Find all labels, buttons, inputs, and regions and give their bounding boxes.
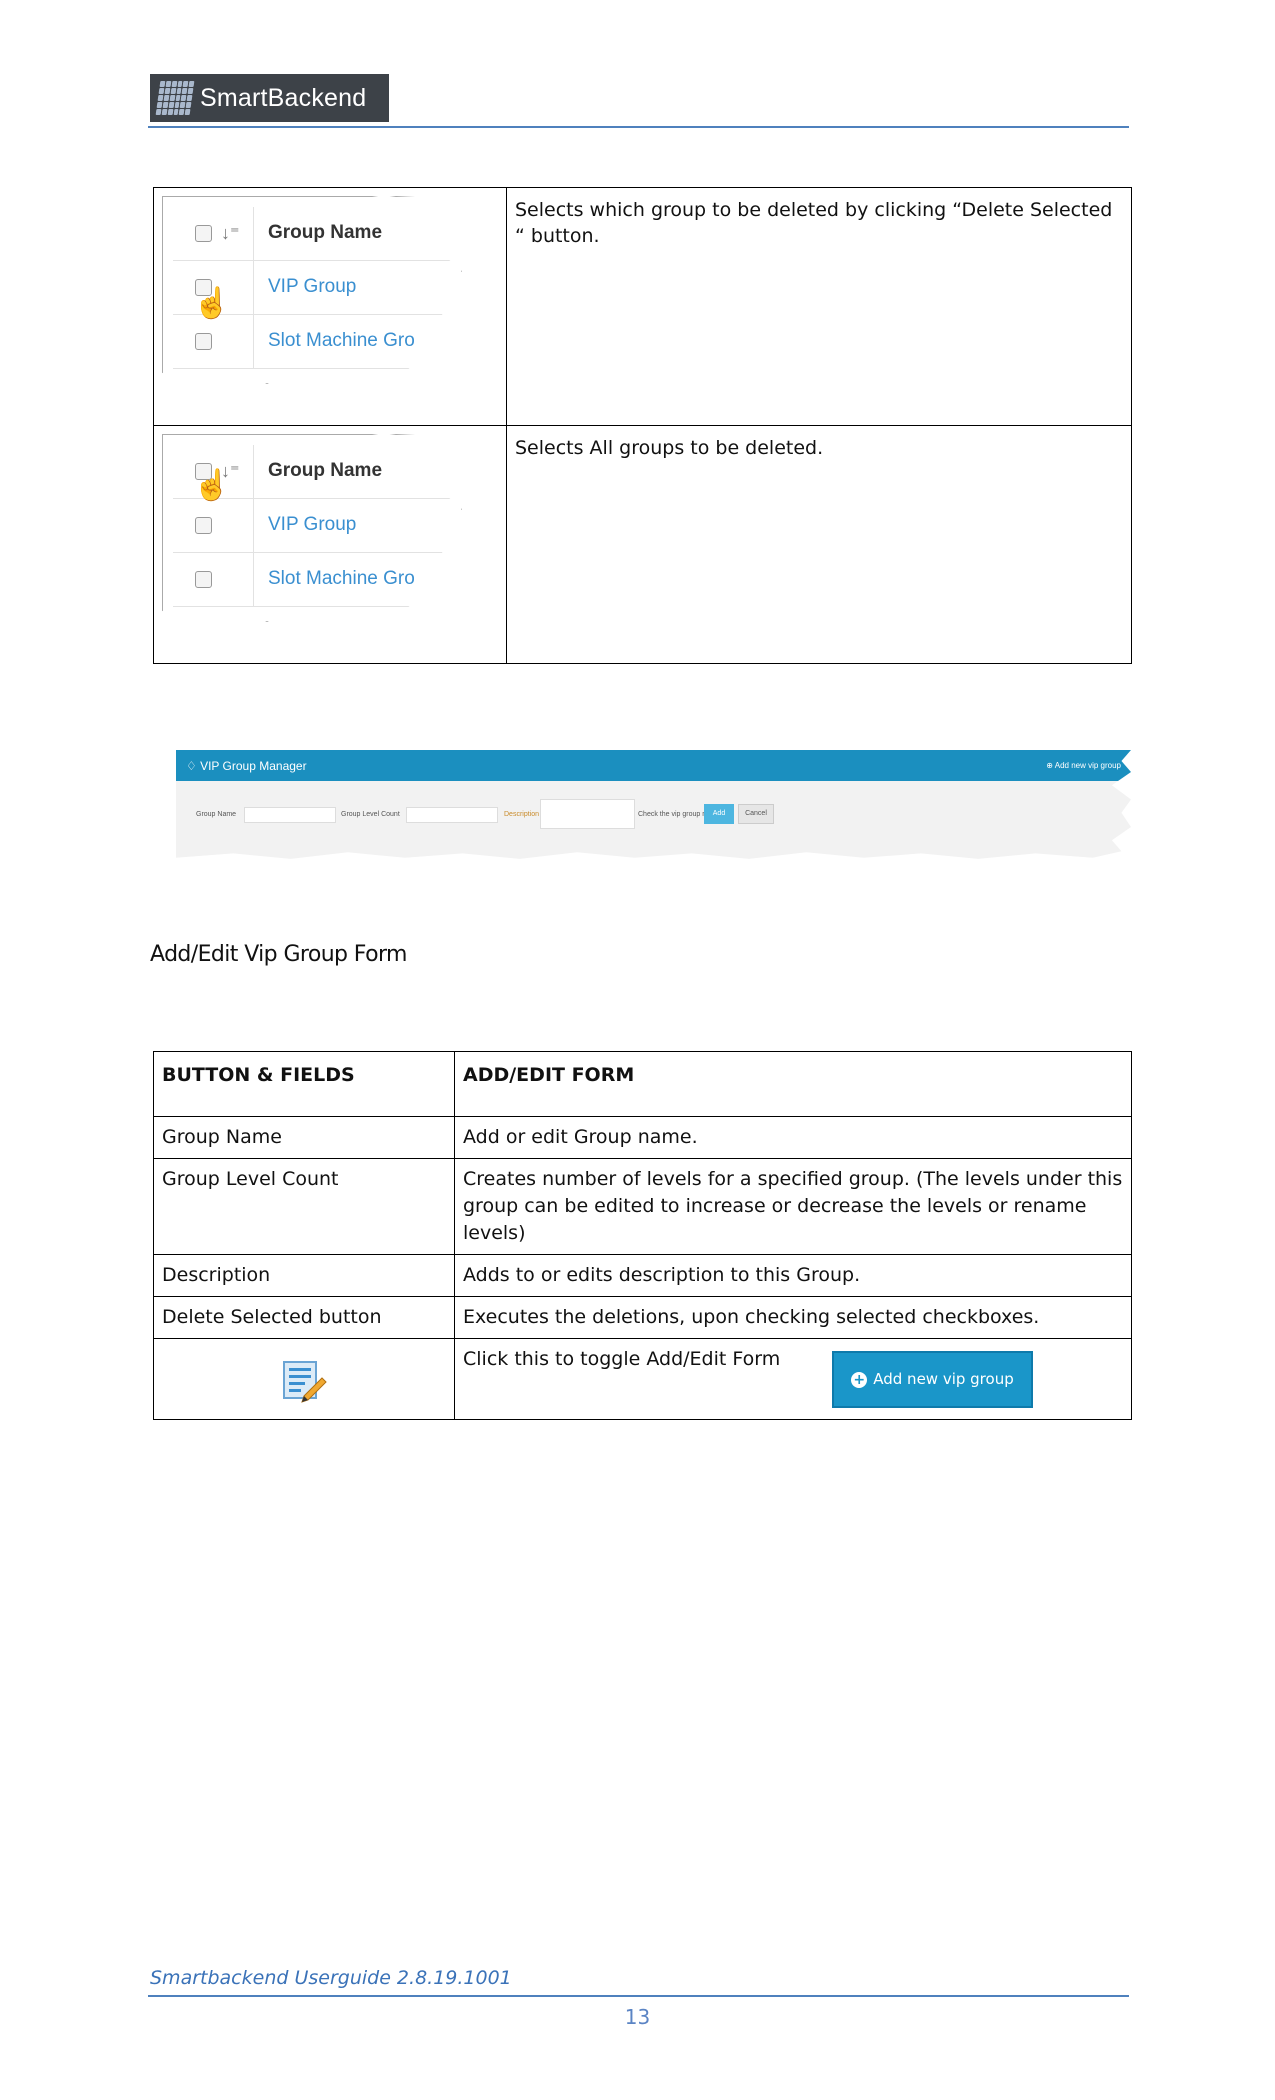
description-cell: Selects All groups to be deleted. xyxy=(506,425,1132,664)
section-title: Add/Edit Vip Group Form xyxy=(150,942,407,967)
field-label: Group Level Count xyxy=(341,811,400,818)
add-new-vip-group-button[interactable]: + Add new vip group xyxy=(832,1351,1033,1408)
table-row: Description Adds to or edits description… xyxy=(153,1254,1132,1297)
vip-manager-title: ♢ VIP Group Manager xyxy=(186,758,307,773)
group-link[interactable]: VIP Group xyxy=(268,276,356,298)
plus-circle-icon: + xyxy=(851,1371,868,1388)
field-name-cell: Group Level Count xyxy=(153,1158,455,1255)
field-name-cell: Group Name xyxy=(153,1116,455,1159)
delete-selection-table: ↓⁼ Group Name VIP Group Slot Machine Gro… xyxy=(153,187,1132,664)
description-textarea[interactable] xyxy=(540,799,635,829)
field-name-cell: Description xyxy=(153,1254,455,1297)
group-row: Slot Machine Gro xyxy=(173,315,461,369)
vip-group-manager-screenshot: ♢ VIP Group Manager ⊕ Add new vip group … xyxy=(176,750,1131,859)
toggle-description-cell: + Add new vip group Click this to toggle… xyxy=(454,1338,1132,1420)
column-header: BUTTON & FIELDS xyxy=(153,1051,455,1117)
group-row: VIP Group xyxy=(173,499,461,553)
group-name-column-header: Group Name xyxy=(268,460,383,481)
group-name-column-header: Group Name xyxy=(268,222,383,243)
cancel-button[interactable]: Cancel xyxy=(738,804,774,824)
logo-grid-icon xyxy=(155,81,195,115)
table-header-row: BUTTON & FIELDS ADD/EDIT FORM xyxy=(153,1051,1132,1117)
table-row: + Add new vip group Click this to toggle… xyxy=(153,1338,1132,1420)
pointer-hand-icon: ☝ xyxy=(193,287,231,320)
group-list-screenshot: ↓⁼ Group Name VIP Group Slot Machine Gro… xyxy=(162,434,462,622)
description-cell: Selects which group to be deleted by cli… xyxy=(506,187,1132,426)
add-button[interactable]: Add xyxy=(704,804,734,824)
select-all-checkbox[interactable] xyxy=(195,225,212,242)
group-level-count-input[interactable] xyxy=(406,807,498,823)
table-row: ↓⁼ Group Name VIP Group Slot Machine Gro… xyxy=(153,187,1132,426)
add-new-vip-group-link[interactable]: ⊕ Add new vip group xyxy=(1046,761,1121,770)
smartbackend-logo: SmartBackend xyxy=(150,74,389,122)
field-description-cell: Add or edit Group name. xyxy=(454,1116,1132,1159)
screenshot-cell: ↓⁼ Group Name VIP Group Slot Machine Gro… xyxy=(153,187,507,426)
form-fields-table: BUTTON & FIELDS ADD/EDIT FORM Group Name… xyxy=(153,1051,1132,1420)
table-row: Group Level Count Creates number of leve… xyxy=(153,1158,1132,1255)
toggle-description: Click this to toggle Add/Edit Form xyxy=(463,1348,781,1370)
icon-cell xyxy=(153,1338,455,1420)
column-header: ADD/EDIT FORM xyxy=(454,1051,1132,1117)
group-row: Slot Machine Gro xyxy=(173,553,461,607)
group-list-screenshot: ↓⁼ Group Name VIP Group Slot Machine Gro… xyxy=(162,196,462,384)
field-label: Group Name xyxy=(196,811,237,818)
field-description-cell: Adds to or edits description to this Gro… xyxy=(454,1254,1132,1297)
vip-manager-form: Group Name Group Level Count Description… xyxy=(176,781,1131,859)
field-description-cell: Creates number of levels for a specified… xyxy=(454,1158,1132,1255)
group-link[interactable]: VIP Group xyxy=(268,514,356,536)
row-checkbox[interactable] xyxy=(195,517,212,534)
table-row: Delete Selected button Executes the dele… xyxy=(153,1296,1132,1339)
sort-icon: ↓⁼ xyxy=(221,223,240,243)
row-checkbox[interactable] xyxy=(195,571,212,588)
field-label: Description xyxy=(504,811,540,818)
vip-manager-titlebar: ♢ VIP Group Manager ⊕ Add new vip group xyxy=(176,750,1131,781)
header-rule xyxy=(148,126,1129,128)
footer-rule xyxy=(148,1995,1129,1997)
logo-text: SmartBackend xyxy=(200,83,367,112)
add-new-vip-group-label: Add new vip group xyxy=(873,1370,1014,1388)
pointer-hand-icon: ☝ xyxy=(193,469,231,502)
field-label: Check the vip group rule xyxy=(638,811,714,818)
table-row: Group Name Add or edit Group name. xyxy=(153,1116,1132,1159)
group-link[interactable]: Slot Machine Gro xyxy=(268,330,415,352)
field-name-cell: Delete Selected button xyxy=(153,1296,455,1339)
group-list-header: ↓⁼ Group Name xyxy=(173,207,461,261)
field-description-cell: Executes the deletions, upon checking se… xyxy=(454,1296,1132,1339)
page-number: 13 xyxy=(624,2005,651,2029)
footer-guide-title: Smartbackend Userguide 2.8.19.1001 xyxy=(150,1967,512,1989)
group-name-input[interactable] xyxy=(244,807,336,823)
row-checkbox[interactable] xyxy=(195,333,212,350)
edit-form-icon[interactable] xyxy=(280,1356,328,1404)
table-row: ↓⁼ Group Name VIP Group Slot Machine Gro… xyxy=(153,425,1132,664)
group-link[interactable]: Slot Machine Gro xyxy=(268,568,415,590)
screenshot-cell: ↓⁼ Group Name VIP Group Slot Machine Gro… xyxy=(153,425,507,664)
